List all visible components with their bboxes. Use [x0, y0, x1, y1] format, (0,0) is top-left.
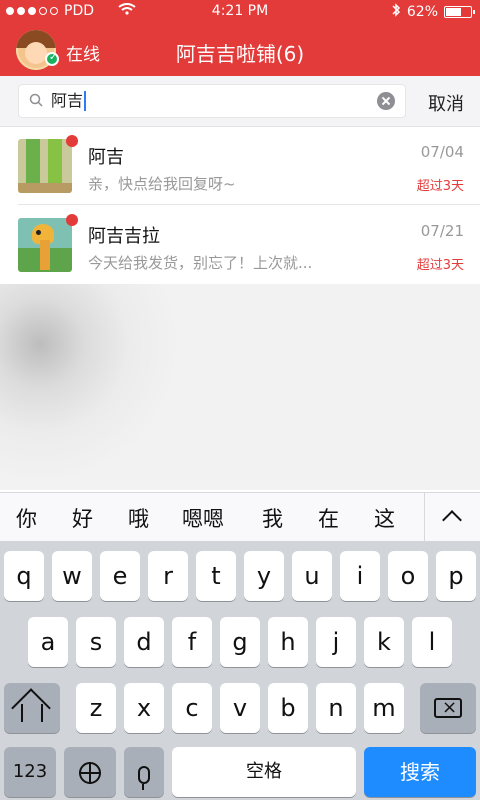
key-t[interactable]: t	[196, 551, 236, 601]
search-bar: 阿吉 取消	[0, 76, 480, 127]
key-e[interactable]: e	[100, 551, 140, 601]
message-date: 07/04	[420, 143, 464, 161]
numbers-key[interactable]: 123	[4, 747, 56, 797]
candidate-word[interactable]: 在	[318, 503, 339, 533]
key-z[interactable]: z	[76, 683, 116, 733]
key-n[interactable]: n	[316, 683, 356, 733]
key-u[interactable]: u	[292, 551, 332, 601]
key-d[interactable]: d	[124, 617, 164, 667]
cancel-button[interactable]: 取消	[428, 90, 464, 116]
message-preview: 今天给我发货，别忘了！上次就...	[88, 254, 313, 272]
message-preview: 亲，快点给我回复呀~	[88, 175, 236, 193]
overdue-badge: 超过3天	[416, 179, 464, 194]
key-o[interactable]: o	[388, 551, 428, 601]
result-row[interactable]: 阿吉吉拉 今天给我发货，别忘了！上次就... 07/21 超过3天	[0, 206, 480, 284]
unread-dot	[66, 214, 78, 226]
backspace-icon	[434, 683, 462, 733]
key-j[interactable]: j	[316, 617, 356, 667]
shift-key[interactable]	[4, 683, 60, 733]
search-query-text: 阿吉	[51, 91, 84, 110]
chat-header: 在线 阿吉吉啦铺(6)	[0, 24, 480, 76]
key-k[interactable]: k	[364, 617, 404, 667]
globe-icon	[79, 762, 101, 784]
key-h[interactable]: h	[268, 617, 308, 667]
contact-name: 阿吉	[88, 147, 124, 168]
key-w[interactable]: w	[52, 551, 92, 601]
candidate-word[interactable]: 我	[262, 503, 283, 533]
key-m[interactable]: m	[364, 683, 404, 733]
shift-icon	[21, 704, 43, 722]
key-a[interactable]: a	[28, 617, 68, 667]
mic-key[interactable]	[124, 747, 164, 797]
key-s[interactable]: s	[76, 617, 116, 667]
key-v[interactable]: v	[220, 683, 260, 733]
status-bar: PDD 4:21 PM 62%	[0, 0, 480, 24]
key-p[interactable]: p	[436, 551, 476, 601]
candidate-word[interactable]: 嗯嗯	[182, 503, 224, 533]
key-f[interactable]: f	[172, 617, 212, 667]
result-row[interactable]: 阿吉 亲，快点给我回复呀~ 07/04 超过3天	[0, 127, 480, 205]
contact-name: 阿吉吉拉	[88, 226, 160, 247]
blurred-background	[0, 284, 480, 490]
candidate-bar: 你 好 哦 嗯嗯 我 在 这	[0, 492, 480, 542]
key-q[interactable]: q	[4, 551, 44, 601]
keyboard: q w e r t y u i o p a s d f g h j k l z …	[0, 541, 480, 800]
candidate-word[interactable]: 好	[72, 503, 93, 533]
text-cursor	[84, 91, 87, 111]
key-x[interactable]: x	[124, 683, 164, 733]
candidate-word[interactable]: 你	[16, 503, 37, 533]
product-thumbnail	[18, 218, 72, 272]
battery-icon	[444, 6, 475, 18]
expand-candidates-chevron-up-icon[interactable]	[424, 493, 480, 541]
search-key[interactable]: 搜索	[364, 747, 476, 797]
key-b[interactable]: b	[268, 683, 308, 733]
battery-percent: 62%	[406, 4, 438, 20]
clear-search-icon[interactable]	[377, 92, 395, 110]
candidate-word[interactable]: 这	[374, 503, 395, 533]
key-c[interactable]: c	[172, 683, 212, 733]
key-l[interactable]: l	[412, 617, 452, 667]
key-g[interactable]: g	[220, 617, 260, 667]
message-date: 07/21	[420, 222, 464, 240]
battery-status: 62%	[391, 3, 475, 21]
space-key[interactable]: 空格	[172, 747, 356, 797]
candidate-word[interactable]: 哦	[128, 503, 149, 533]
microphone-icon	[138, 766, 150, 790]
key-y[interactable]: y	[244, 551, 284, 601]
unread-dot	[66, 135, 78, 147]
overdue-badge: 超过3天	[416, 258, 464, 273]
search-icon	[29, 93, 43, 107]
backspace-key[interactable]	[420, 683, 476, 733]
row-divider	[18, 204, 480, 205]
globe-key[interactable]	[64, 747, 116, 797]
search-field[interactable]: 阿吉	[18, 84, 406, 118]
search-input[interactable]: 阿吉	[51, 85, 87, 117]
bluetooth-icon	[391, 3, 401, 21]
key-i[interactable]: i	[340, 551, 380, 601]
key-r[interactable]: r	[148, 551, 188, 601]
page-title: 阿吉吉啦铺(6)	[175, 42, 305, 66]
product-thumbnail	[18, 139, 72, 193]
